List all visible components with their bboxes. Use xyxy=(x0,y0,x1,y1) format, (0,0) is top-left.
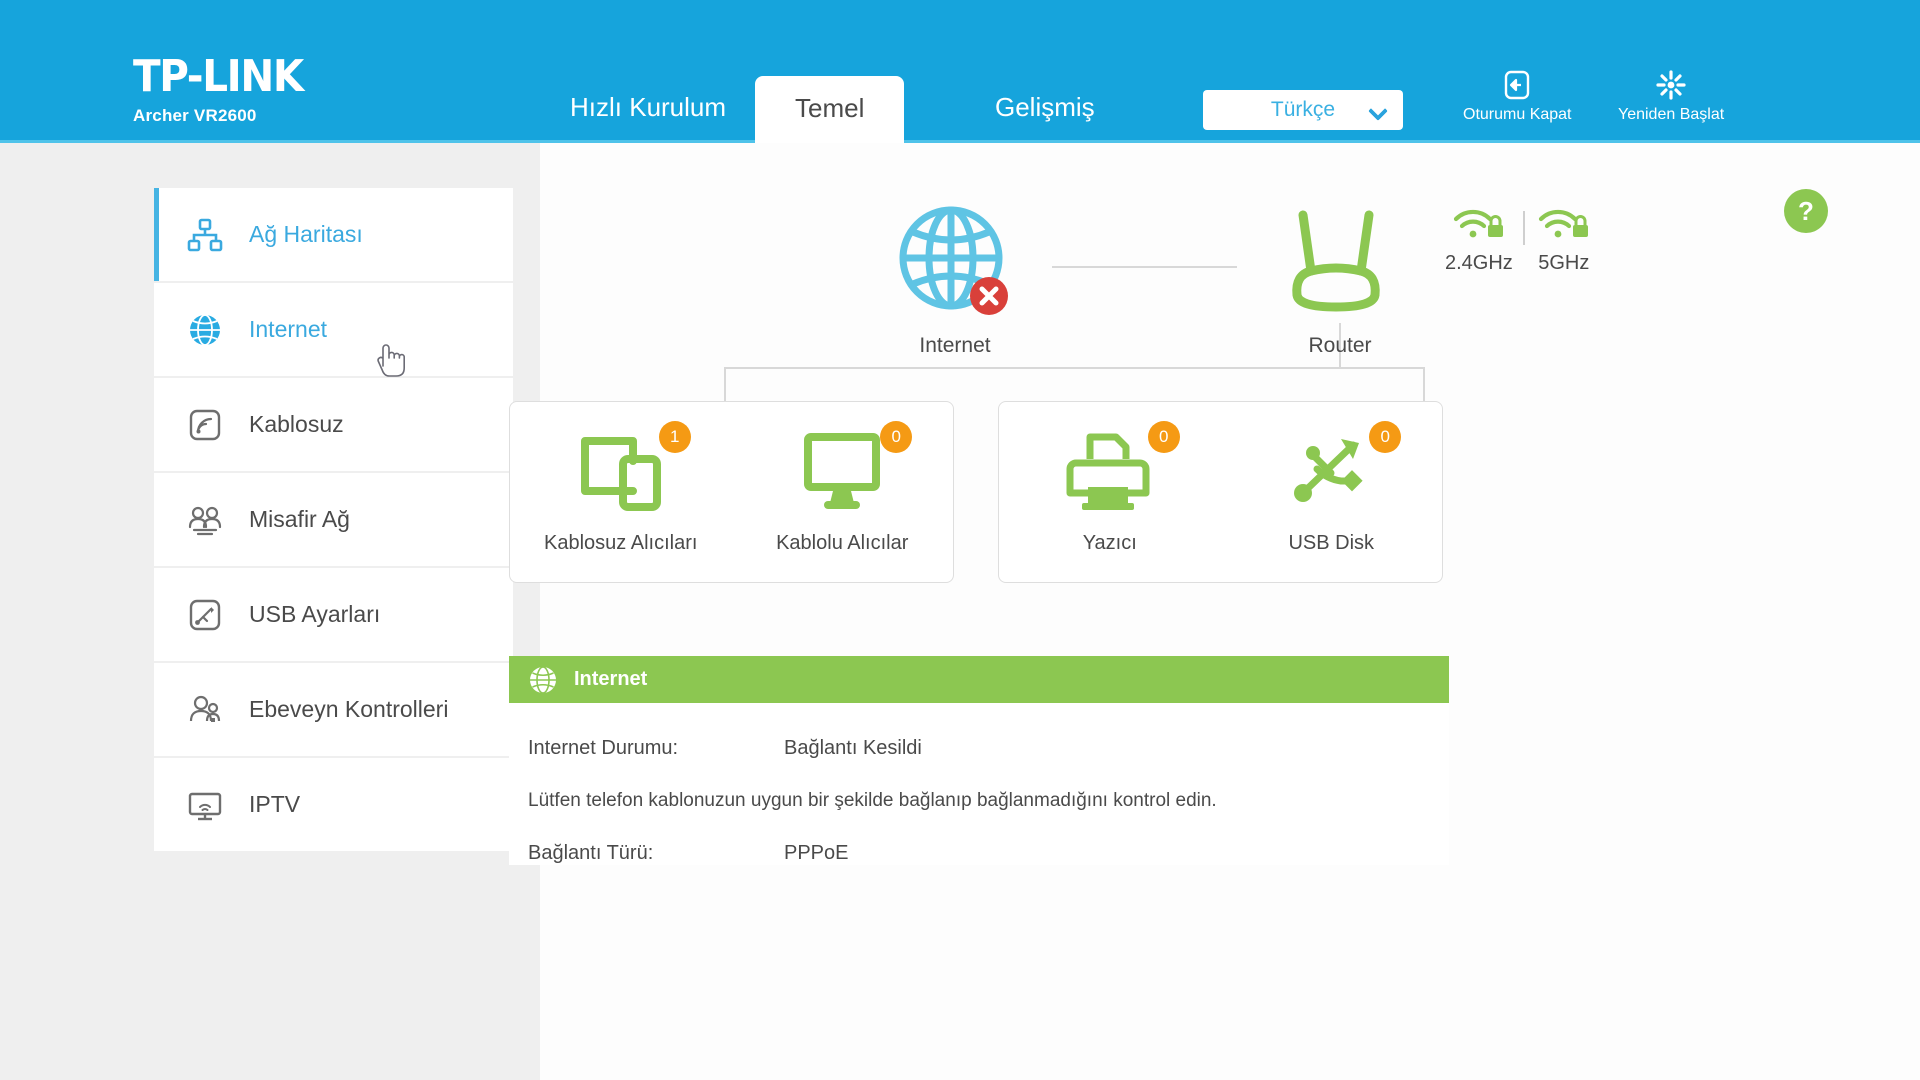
count-badge: 0 xyxy=(1147,421,1180,453)
brand: TP-LINK Archer VR2600 xyxy=(133,55,318,126)
connection-type-label: Bağlantı Türü: xyxy=(528,842,654,864)
wifi-lock-icon xyxy=(1538,209,1588,238)
sidebar-item-internet[interactable]: Internet xyxy=(154,283,513,376)
panel-title: Internet xyxy=(574,668,648,690)
internet-status-label: Internet Durumu: xyxy=(528,737,679,759)
network-map-icon xyxy=(183,213,227,257)
wifi-lock-icon xyxy=(1453,209,1503,238)
globe-wireframe-icon xyxy=(899,206,1008,315)
tplink-logo: TP-LINK xyxy=(133,51,304,102)
lock-badge xyxy=(1572,215,1588,237)
sidebar-menu: Ağ Haritası Internet Kablosuz Misafir Ağ… xyxy=(154,188,513,853)
chevron-down-icon xyxy=(1368,101,1388,121)
internet-status-row: Internet Durumu: Bağlantı Kesildi xyxy=(528,737,1449,760)
internet-node-label: Internet xyxy=(919,334,991,357)
iptv-icon xyxy=(183,783,227,827)
count-badge: 1 xyxy=(658,421,691,453)
router-model: Archer VR2600 xyxy=(133,106,257,125)
sidebar-item-label: Ebeveyn Kontrolleri xyxy=(249,696,449,722)
count-badge: 0 xyxy=(880,421,913,453)
usb-disk-icon xyxy=(1294,439,1363,502)
device-card-label: Yazıcı xyxy=(1082,532,1137,554)
sidebar-item-parental-controls[interactable]: Ebeveyn Kontrolleri xyxy=(154,663,513,756)
wired-clients-icon xyxy=(804,433,881,509)
device-card-label: USB Disk xyxy=(1288,532,1375,554)
logout-label: Oturumu Kapat xyxy=(1463,106,1572,123)
globe-icon xyxy=(183,308,227,352)
device-group-usb: 0 Yazıcı 0 USB Disk xyxy=(998,401,1443,583)
sidebar-item-label: IPTV xyxy=(249,791,301,817)
sidebar-item-label: Kablosuz xyxy=(249,411,344,437)
router-icon xyxy=(1292,210,1380,312)
sidebar-item-label: Ağ Haritası xyxy=(249,221,363,247)
wifi-bands: 2.4GHz 5GHz xyxy=(1435,205,1603,275)
internet-status-value: Bağlantı Kesildi xyxy=(784,737,922,759)
reboot-button[interactable]: Yeniden Başlat xyxy=(1618,68,1724,124)
connection-type-value: PPPoE xyxy=(784,842,849,864)
sidebar-item-network-map[interactable]: Ağ Haritası xyxy=(154,188,513,281)
guest-network-icon xyxy=(183,498,227,542)
device-card-label: Kablolu Alıcılar xyxy=(776,532,909,554)
wireless-clients-icon xyxy=(580,437,661,511)
wifi-band-24-label: 2.4GHz xyxy=(1445,252,1513,274)
device-card-wired-clients[interactable]: 0 Kablolu Alıcılar xyxy=(752,421,932,555)
topology-node-router[interactable]: Router xyxy=(1240,203,1440,358)
internet-status-panel: Internet Internet Durumu: Bağlantı Kesil… xyxy=(509,656,1449,895)
sidebar-item-label: USB Ayarları xyxy=(249,601,381,627)
tab-basic[interactable]: Temel xyxy=(755,76,905,146)
printer-icon xyxy=(1066,433,1150,510)
connection-type-row: Bağlantı Türü: PPPoE xyxy=(528,842,1449,865)
tab-advanced[interactable]: Gelişmiş xyxy=(965,78,1125,137)
sidebar-item-iptv[interactable]: IPTV xyxy=(154,758,513,851)
logout-button[interactable]: Oturumu Kapat xyxy=(1463,68,1572,124)
sidebar-item-guest-network[interactable]: Misafir Ağ xyxy=(154,473,513,566)
device-card-label: Kablosuz Alıcıları xyxy=(544,532,698,554)
count-badge: 0 xyxy=(1369,421,1402,453)
topology-node-internet[interactable]: Internet xyxy=(855,203,1055,358)
wifi-band-24[interactable]: 2.4GHz xyxy=(1435,205,1523,275)
lock-badge xyxy=(1487,215,1503,237)
parental-control-icon xyxy=(183,688,227,732)
router-node-label: Router xyxy=(1308,334,1372,357)
usb-settings-icon xyxy=(183,593,227,637)
panel-header: Internet xyxy=(509,656,1449,703)
wireless-icon xyxy=(183,403,227,447)
network-topology: Internet Router 2.4GHz 5GHz 1 Kablosuz A… xyxy=(509,143,1920,723)
tab-quick-setup[interactable]: Hızlı Kurulum xyxy=(540,78,756,137)
sidebar-item-usb-settings[interactable]: USB Ayarları xyxy=(154,568,513,661)
device-card-wireless-clients[interactable]: 1 Kablosuz Alıcıları xyxy=(531,421,711,555)
device-group-clients: 1 Kablosuz Alıcıları 0 Kablolu Alıcılar xyxy=(509,401,954,583)
logout-icon xyxy=(1505,70,1530,100)
reboot-icon xyxy=(1656,70,1686,100)
language-select[interactable]: Türkçe xyxy=(1203,90,1403,130)
active-accent-bar xyxy=(154,188,159,281)
reboot-label: Yeniden Başlat xyxy=(1618,106,1725,123)
sidebar-item-label: Internet xyxy=(249,316,327,342)
panel-body: Internet Durumu: Bağlantı Kesildi Lütfen… xyxy=(509,703,1449,865)
sidebar-item-label: Misafir Ağ xyxy=(249,506,350,532)
device-card-printer[interactable]: 0 Yazıcı xyxy=(1020,421,1200,555)
sidebar-item-wireless[interactable]: Kablosuz xyxy=(154,378,513,471)
device-card-usb-disk[interactable]: 0 USB Disk xyxy=(1241,421,1421,555)
globe-filled-icon xyxy=(530,665,556,694)
internet-status-note: Lütfen telefon kablonuzun uygun bir şeki… xyxy=(528,790,1217,811)
language-value: Türkçe xyxy=(1270,98,1336,121)
sidebar: Ağ Haritası Internet Kablosuz Misafir Ağ… xyxy=(0,143,540,1080)
app-header: TP-LINK Archer VR2600 Hızlı Kurulum Teme… xyxy=(0,0,1920,146)
wifi-band-5[interactable]: 5GHz xyxy=(1525,205,1603,275)
main-content: ? Internet Router 2.4GHz 5GHz 1 Kablosuz… xyxy=(509,143,1920,1080)
wifi-band-5-label: 5GHz xyxy=(1538,252,1590,274)
